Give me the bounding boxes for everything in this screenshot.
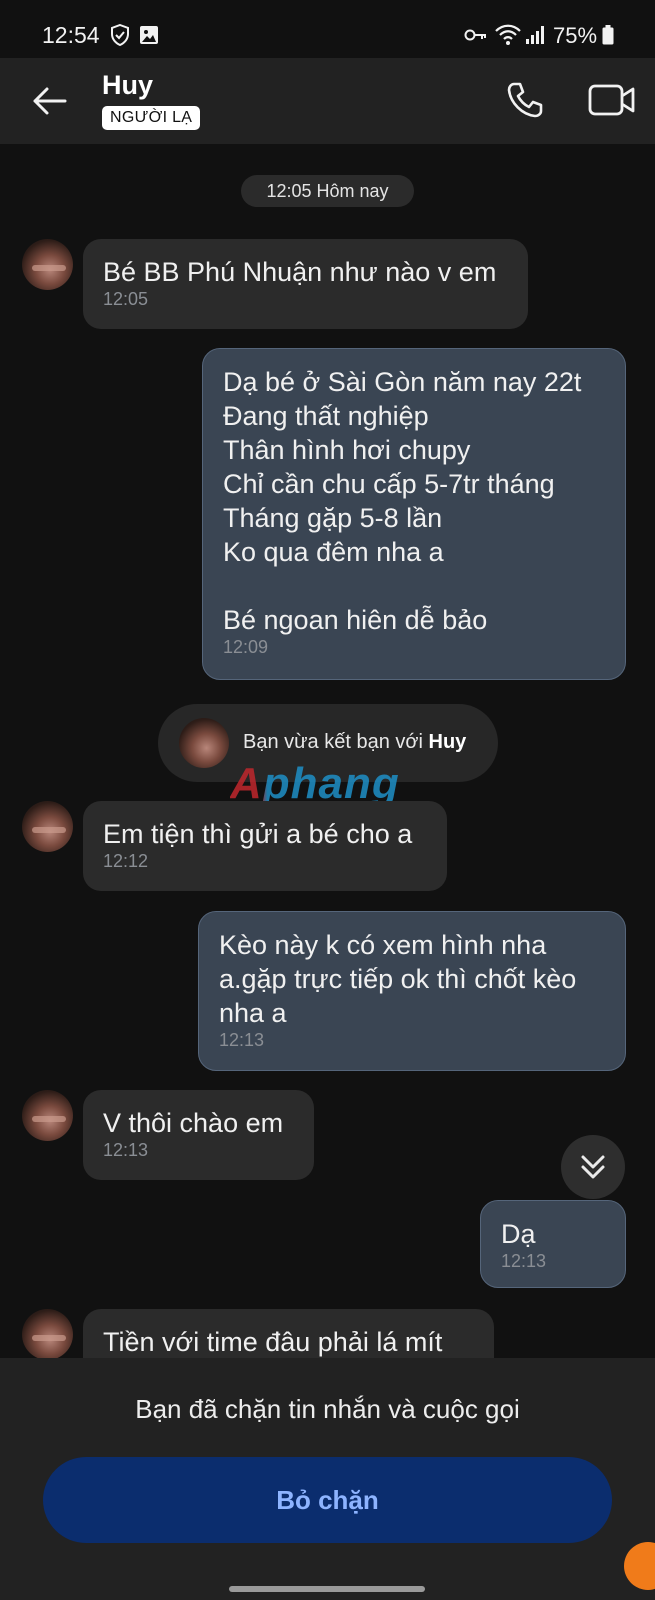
message-text: Tiền với time đâu phải lá mít bbox=[103, 1327, 443, 1357]
gallery-icon bbox=[139, 25, 159, 50]
block-notice: Bạn đã chặn tin nhắn và cuộc gọi bbox=[135, 1394, 520, 1424]
message-bubble-incoming[interactable]: V thôi chào em 12:13 bbox=[83, 1090, 314, 1180]
video-camera-icon[interactable] bbox=[588, 80, 636, 120]
message-bubble-incoming[interactable]: Em tiện thì gửi a bé cho a 12:12 bbox=[83, 801, 447, 891]
message-time: 12:05 bbox=[103, 289, 149, 309]
message-text: Dạ bé ở Sài Gòn năm nay 22t Đang thất ng… bbox=[223, 367, 582, 635]
shield-icon bbox=[110, 23, 130, 51]
floating-assistant-icon[interactable] bbox=[624, 1542, 655, 1590]
message-text: Bé BB Phú Nhuận như nào v em bbox=[103, 257, 497, 287]
message-time: 12:13 bbox=[219, 1030, 265, 1050]
status-time: 12:54 bbox=[42, 22, 100, 48]
avatar bbox=[179, 718, 229, 768]
battery-percent: 75% bbox=[553, 23, 598, 48]
avatar[interactable] bbox=[22, 239, 73, 290]
avatar[interactable] bbox=[22, 801, 73, 852]
message-list[interactable]: 12:05 Hôm nay Bé BB Phú Nhuận như nào v … bbox=[0, 144, 655, 1358]
scroll-to-bottom-button[interactable] bbox=[561, 1135, 625, 1199]
signal-icon bbox=[525, 25, 547, 50]
message-bubble-incoming[interactable]: Tiền với time đâu phải lá mít bbox=[83, 1309, 494, 1358]
avatar[interactable] bbox=[22, 1309, 73, 1358]
back-arrow-icon[interactable] bbox=[32, 83, 68, 119]
wifi-icon bbox=[495, 24, 521, 51]
message-time: 12:13 bbox=[501, 1251, 547, 1271]
message-time: 12:13 bbox=[103, 1140, 149, 1160]
unblock-button[interactable]: Bỏ chặn bbox=[43, 1457, 612, 1543]
contact-name[interactable]: Huy bbox=[102, 70, 153, 101]
date-separator: 12:05 Hôm nay bbox=[241, 175, 414, 207]
message-text: Em tiện thì gửi a bé cho a bbox=[103, 819, 413, 849]
chat-header: Huy NGƯỜI LẠ bbox=[0, 58, 655, 144]
message-bubble-outgoing[interactable]: Dạ 12:13 bbox=[480, 1200, 626, 1288]
friend-notice-text: Bạn vừa kết bạn với Huy bbox=[243, 731, 467, 753]
home-indicator[interactable] bbox=[229, 1586, 425, 1592]
message-text: V thôi chào em bbox=[103, 1108, 284, 1138]
message-bubble-outgoing[interactable]: Kèo này k có xem hình nha a.gặp trực tiế… bbox=[198, 911, 626, 1071]
message-text: Dạ bbox=[501, 1219, 536, 1249]
phone-icon[interactable] bbox=[505, 80, 545, 120]
double-chevron-down-icon bbox=[581, 1155, 605, 1179]
key-icon bbox=[464, 27, 488, 48]
stranger-badge: NGƯỜI LẠ bbox=[102, 106, 201, 130]
message-time: 12:12 bbox=[103, 851, 149, 871]
blocked-panel: Bạn đã chặn tin nhắn và cuộc gọi Bỏ chặn bbox=[0, 1358, 655, 1600]
battery-icon bbox=[602, 25, 614, 50]
message-time: 12:09 bbox=[223, 637, 269, 657]
avatar[interactable] bbox=[22, 1090, 73, 1141]
message-bubble-outgoing[interactable]: Dạ bé ở Sài Gòn năm nay 22t Đang thất ng… bbox=[202, 348, 626, 680]
message-bubble-incoming[interactable]: Bé BB Phú Nhuận như nào v em 12:05 bbox=[83, 239, 528, 329]
message-text: Kèo này k có xem hình nha a.gặp trực tiế… bbox=[219, 930, 577, 1028]
